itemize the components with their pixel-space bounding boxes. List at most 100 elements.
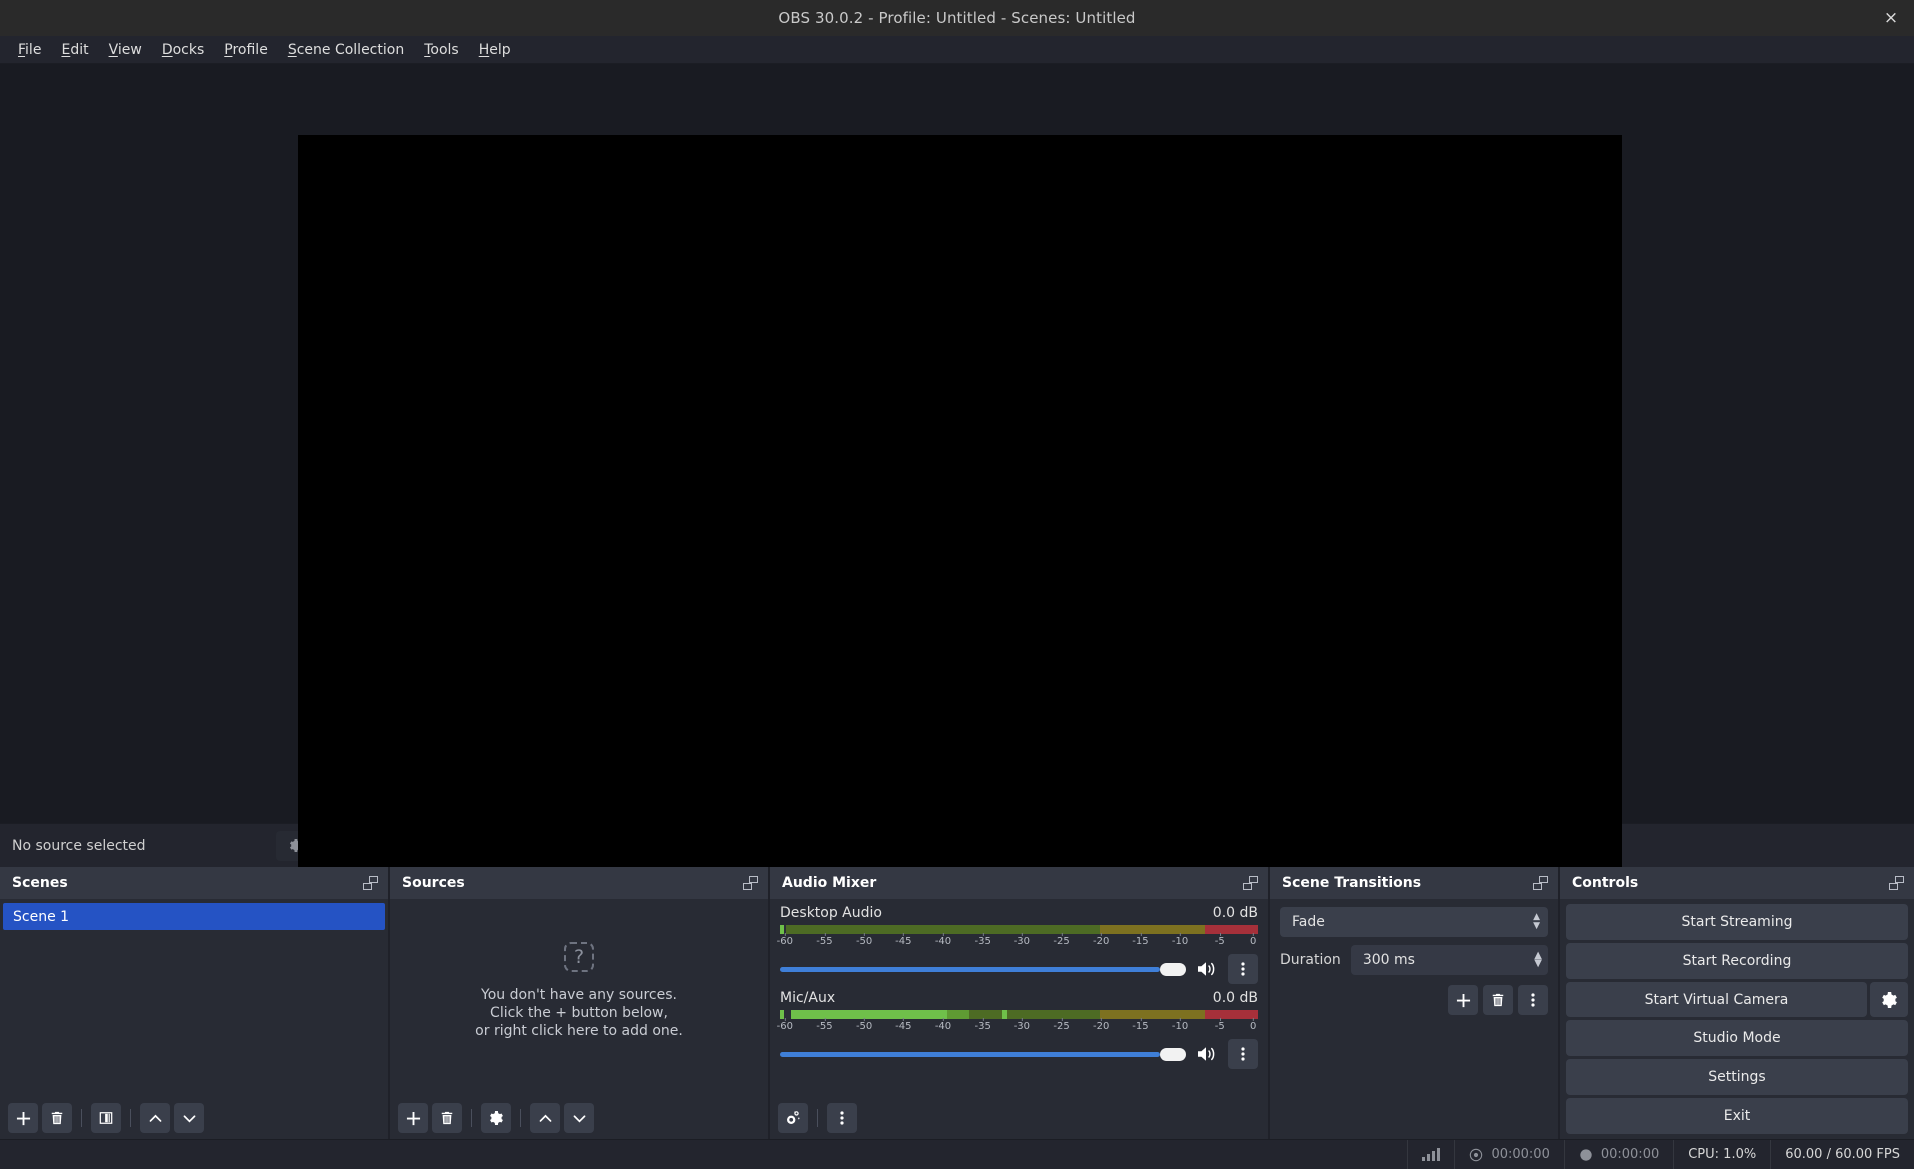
scene-transitions-body: Fade ▲ ▼ Duration 300 ms ▲ ▼ — [1270, 899, 1558, 1139]
meter-tick: -40 — [934, 1018, 952, 1032]
sources-empty-state: ? You don't have any sources. Click the … — [390, 899, 768, 1097]
float-dock-icon[interactable] — [743, 876, 758, 890]
menu-view[interactable]: View — [99, 38, 152, 62]
move-source-down-button[interactable] — [564, 1103, 594, 1133]
menu-docks[interactable]: Docks — [152, 38, 214, 62]
connection-status-cell — [1407, 1140, 1454, 1169]
meter-tick: 0 — [1250, 933, 1257, 947]
float-dock-icon[interactable] — [363, 876, 378, 890]
meter-tick: -5 — [1214, 933, 1225, 947]
preview-area[interactable] — [0, 64, 1914, 880]
window-title: OBS 30.0.2 - Profile: Untitled - Scenes:… — [778, 9, 1136, 27]
source-properties-button[interactable] — [481, 1103, 511, 1133]
add-scene-button[interactable] — [8, 1103, 38, 1133]
meter-tick: -10 — [1171, 933, 1189, 947]
scenes-toolbar — [0, 1097, 388, 1139]
sources-title: Sources — [402, 875, 465, 891]
track-name: Desktop Audio — [780, 905, 882, 921]
obs-main-window: OBS 30.0.2 - Profile: Untitled - Scenes:… — [0, 0, 1914, 1169]
chevron-updown-icon: ▲ ▼ — [1533, 912, 1540, 931]
scenes-list[interactable]: Scene 1 — [0, 899, 388, 1097]
scene-transitions-dock-header: Scene Transitions — [1270, 867, 1558, 899]
menu-scene-collection[interactable]: Scene Collection — [278, 38, 414, 62]
menu-help[interactable]: Help — [469, 38, 521, 62]
volume-slider[interactable] — [780, 1046, 1186, 1062]
track-menu-button[interactable] — [1228, 1039, 1258, 1069]
sources-dock-header: Sources — [390, 867, 768, 899]
menu-profile[interactable]: Profile — [214, 38, 278, 62]
meter-tick: -35 — [974, 933, 991, 947]
duration-value: 300 ms — [1362, 952, 1415, 968]
meter-tick: -10 — [1171, 1018, 1189, 1032]
toolbar-separator — [817, 1109, 818, 1127]
track-db: 0.0 dB — [1212, 905, 1258, 921]
audio-mixer-menu-button[interactable] — [827, 1103, 857, 1133]
meter-tick: 0 — [1250, 1018, 1257, 1032]
remove-transition-button[interactable] — [1483, 985, 1513, 1015]
start-streaming-button[interactable]: Start Streaming — [1566, 904, 1908, 940]
dock-scenes: Scenes Scene 1 — [0, 867, 388, 1139]
settings-button[interactable]: Settings — [1566, 1059, 1908, 1095]
studio-mode-button[interactable]: Studio Mode — [1566, 1020, 1908, 1056]
move-scene-down-button[interactable] — [174, 1103, 204, 1133]
dock-row: Scenes Scene 1 Sources ? You don't have … — [0, 867, 1914, 1139]
track-db: 0.0 dB — [1212, 990, 1258, 1006]
track-name: Mic/Aux — [780, 990, 836, 1006]
meter-tick: -55 — [816, 1018, 833, 1032]
meter-tick: -25 — [1053, 1018, 1070, 1032]
float-dock-icon[interactable] — [1533, 876, 1548, 890]
spinner-arrows-icon[interactable]: ▲ ▼ — [1534, 951, 1542, 969]
add-source-button[interactable] — [398, 1103, 428, 1133]
dock-audio-mixer: Audio Mixer Desktop Audio 0.0 dB -60 -55… — [768, 867, 1268, 1139]
meter-tick: -20 — [1093, 933, 1110, 947]
remove-source-button[interactable] — [432, 1103, 462, 1133]
menu-file[interactable]: File — [8, 38, 51, 62]
scene-filters-button[interactable] — [91, 1103, 121, 1133]
meter-tick: -15 — [1132, 1018, 1149, 1032]
virtual-camera-config-button[interactable] — [1870, 982, 1908, 1017]
exit-button[interactable]: Exit — [1566, 1098, 1908, 1134]
duration-input[interactable]: 300 ms ▲ ▼ — [1350, 945, 1548, 975]
fps-cell: 60.00 / 60.00 FPS — [1770, 1140, 1914, 1169]
audio-mixer-toolbar — [770, 1097, 1268, 1139]
advanced-audio-properties-button[interactable] — [778, 1103, 808, 1133]
float-dock-icon[interactable] — [1243, 876, 1258, 890]
scene-list-item[interactable]: Scene 1 — [3, 903, 385, 930]
transition-select[interactable]: Fade ▲ ▼ — [1280, 907, 1548, 937]
start-virtual-camera-button[interactable]: Start Virtual Camera — [1566, 982, 1867, 1017]
record-icon — [1579, 1148, 1593, 1162]
start-recording-button[interactable]: Start Recording — [1566, 943, 1908, 979]
sources-list[interactable]: ? You don't have any sources. Click the … — [390, 899, 768, 1097]
controls-dock-header: Controls — [1560, 867, 1914, 899]
volume-slider[interactable] — [780, 961, 1186, 977]
move-source-up-button[interactable] — [530, 1103, 560, 1133]
menu-edit[interactable]: Edit — [51, 38, 98, 62]
toolbar-separator — [471, 1109, 472, 1127]
question-mark-icon: ? — [564, 942, 594, 972]
audio-track-mic-aux: Mic/Aux 0.0 dB -60 -55 -50 -45 -40 -35 -… — [770, 984, 1268, 1069]
meter-tick: -50 — [855, 933, 873, 947]
move-scene-up-button[interactable] — [140, 1103, 170, 1133]
gear-icon — [1881, 991, 1897, 1008]
controls-body: Start Streaming Start Recording Start Vi… — [1560, 899, 1914, 1139]
audio-track-desktop-audio: Desktop Audio 0.0 dB -60 -55 -50 -45 -40… — [770, 899, 1268, 984]
scene-transitions-title: Scene Transitions — [1282, 875, 1422, 891]
mute-speaker-icon[interactable] — [1196, 959, 1218, 979]
float-dock-icon[interactable] — [1889, 876, 1904, 890]
meter-tick: -20 — [1093, 1018, 1110, 1032]
meter-tick: -60 — [776, 933, 793, 947]
toolbar-separator — [81, 1109, 82, 1127]
record-time: 00:00:00 — [1600, 1147, 1660, 1162]
transition-menu-button[interactable] — [1518, 985, 1548, 1015]
close-icon[interactable]: × — [1868, 0, 1914, 36]
no-source-selected-label: No source selected — [12, 837, 146, 854]
audio-mixer-title: Audio Mixer — [782, 875, 877, 891]
mute-speaker-icon[interactable] — [1196, 1044, 1218, 1064]
add-transition-button[interactable] — [1448, 985, 1478, 1015]
meter-tick: -5 — [1214, 1018, 1225, 1032]
remove-scene-button[interactable] — [42, 1103, 72, 1133]
menu-tools[interactable]: Tools — [414, 38, 469, 62]
preview-canvas[interactable] — [298, 135, 1622, 880]
dock-sources: Sources ? You don't have any sources. Cl… — [388, 867, 768, 1139]
track-menu-button[interactable] — [1228, 954, 1258, 984]
